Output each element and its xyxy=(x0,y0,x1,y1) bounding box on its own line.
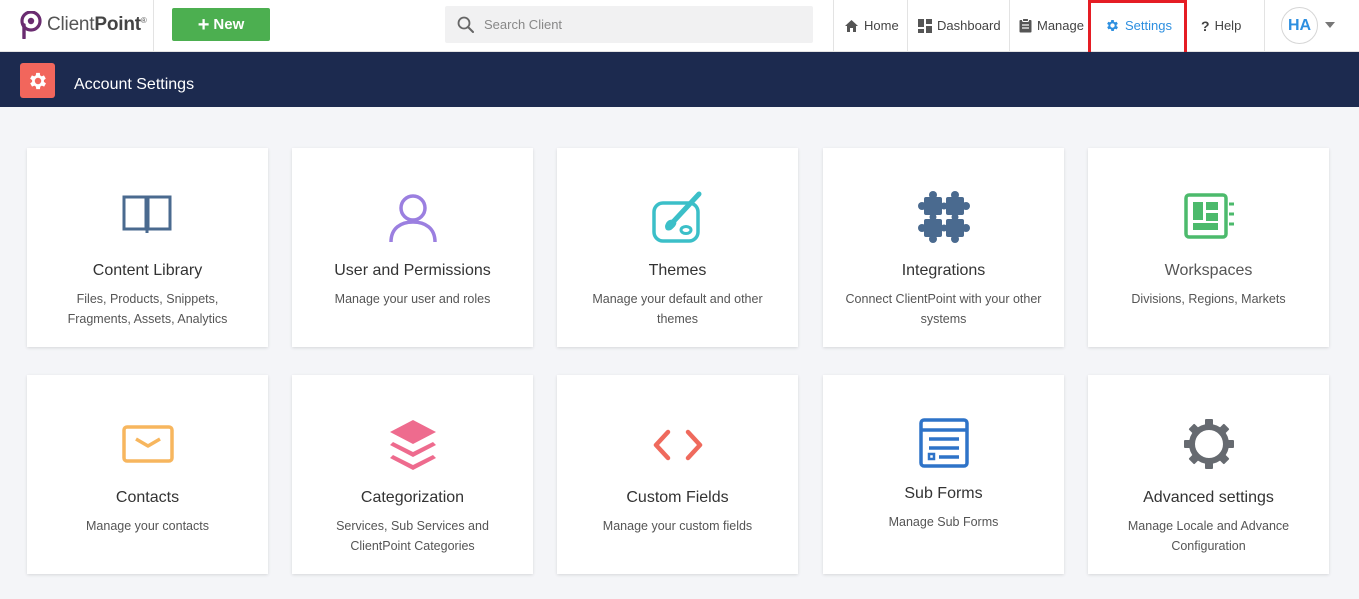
dashboard-icon xyxy=(918,18,932,33)
card-content-library[interactable]: Content Library Files, Products, Snippet… xyxy=(27,148,268,347)
card-title: Advanced settings xyxy=(1143,489,1274,506)
nav-help-label: Help xyxy=(1214,18,1242,33)
page-header: Account Settings xyxy=(0,52,1359,107)
divider xyxy=(1264,0,1265,51)
search-input[interactable] xyxy=(484,17,784,32)
card-integrations[interactable]: Integrations Connect ClientPoint with yo… xyxy=(823,148,1064,347)
chevron-down-icon[interactable] xyxy=(1325,22,1335,28)
card-description: Manage Locale and Advance Configuration xyxy=(1127,519,1290,553)
nav-home[interactable]: Home xyxy=(844,0,899,51)
card-title: User and Permissions xyxy=(334,262,491,279)
card-title: Custom Fields xyxy=(626,489,729,506)
gear-icon xyxy=(1088,417,1329,471)
palette-icon xyxy=(557,190,798,244)
nav-manage[interactable]: Manage xyxy=(1019,0,1084,51)
user-avatar[interactable]: HA xyxy=(1281,7,1318,44)
card-title: Themes xyxy=(648,262,707,279)
card-description: Services, Sub Services and ClientPoint C… xyxy=(336,519,489,553)
card-contacts[interactable]: Contacts Manage your contacts xyxy=(27,375,268,574)
card-description: Files, Products, Snippets, Fragments, As… xyxy=(67,292,228,326)
gear-icon xyxy=(29,72,46,89)
card-workspaces[interactable]: Workspaces Divisions, Regions, Markets xyxy=(1088,148,1329,347)
envelope-icon xyxy=(27,425,268,463)
card-title: Integrations xyxy=(901,262,986,279)
card-description: Divisions, Regions, Markets xyxy=(1131,292,1286,306)
search-icon xyxy=(457,16,474,33)
top-navbar: ClientPoint® + New Home Dashboard xyxy=(0,0,1359,56)
card-description: Manage your contacts xyxy=(86,519,209,533)
book-icon xyxy=(27,194,268,234)
code-icon xyxy=(557,429,798,461)
settings-highlight-box xyxy=(1088,0,1187,56)
clientpoint-logo-icon xyxy=(20,11,42,39)
card-advanced-settings[interactable]: Advanced settings Manage Locale and Adva… xyxy=(1088,375,1329,574)
card-description: Manage your default and other themes xyxy=(592,292,763,326)
card-user-permissions[interactable]: User and Permissions Manage your user an… xyxy=(292,148,533,347)
card-description: Manage your custom fields xyxy=(602,519,753,533)
search-box xyxy=(445,6,813,43)
logo-text: ClientPoint® xyxy=(47,14,147,35)
clientpoint-logo[interactable]: ClientPoint® xyxy=(20,11,147,39)
user-icon xyxy=(292,192,533,244)
nav-dashboard-label: Dashboard xyxy=(937,18,1001,33)
puzzle-icon xyxy=(823,191,1064,243)
card-title: Sub Forms xyxy=(904,485,983,502)
card-themes[interactable]: Themes Manage your default and other the… xyxy=(557,148,798,347)
workspace-icon xyxy=(1088,192,1329,240)
card-sub-forms[interactable]: Sub Forms Manage Sub Forms xyxy=(823,375,1064,574)
settings-header-icon xyxy=(20,63,55,98)
help-icon: ? xyxy=(1201,17,1210,34)
card-description: Connect ClientPoint with your other syst… xyxy=(845,292,1042,326)
new-button-label: New xyxy=(213,16,245,33)
card-title: Categorization xyxy=(360,489,465,506)
layers-icon xyxy=(292,418,533,470)
new-button[interactable]: + New xyxy=(172,8,270,41)
divider xyxy=(833,0,834,51)
card-title: Content Library xyxy=(92,262,203,279)
card-custom-fields[interactable]: Custom Fields Manage your custom fields xyxy=(557,375,798,574)
nav-help[interactable]: ? Help xyxy=(1201,0,1241,51)
divider xyxy=(153,0,154,51)
plus-icon: + xyxy=(197,13,210,36)
card-categorization[interactable]: Categorization Services, Sub Services an… xyxy=(292,375,533,574)
home-icon xyxy=(845,19,858,32)
nav-home-label: Home xyxy=(864,18,899,33)
page-title: Account Settings xyxy=(74,76,195,93)
card-title: Workspaces xyxy=(1164,262,1253,279)
card-description: Manage Sub Forms xyxy=(888,515,999,529)
divider xyxy=(907,0,908,51)
nav-manage-label: Manage xyxy=(1037,18,1084,33)
card-description: Manage your user and roles xyxy=(334,292,491,306)
clipboard-icon xyxy=(1019,18,1032,33)
nav-dashboard[interactable]: Dashboard xyxy=(918,0,1001,51)
divider xyxy=(1009,0,1010,51)
form-icon xyxy=(823,417,1064,469)
card-title: Contacts xyxy=(115,489,180,506)
